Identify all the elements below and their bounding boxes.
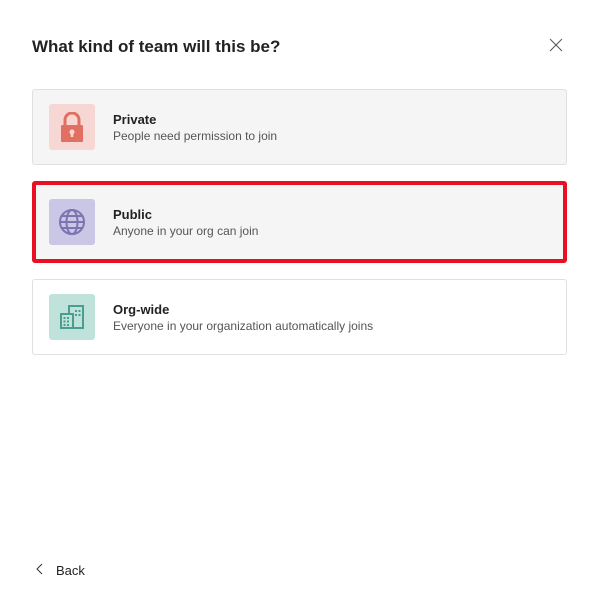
option-private[interactable]: Private People need permission to join xyxy=(32,89,567,165)
globe-icon xyxy=(49,199,95,245)
building-icon xyxy=(49,294,95,340)
option-orgwide-title: Org-wide xyxy=(113,302,373,317)
option-private-desc: People need permission to join xyxy=(113,129,277,143)
option-public-desc: Anyone in your org can join xyxy=(113,224,258,238)
option-orgwide[interactable]: Org-wide Everyone in your organization a… xyxy=(32,279,567,355)
option-public-title: Public xyxy=(113,207,258,222)
chevron-left-icon xyxy=(36,563,44,578)
back-button[interactable]: Back xyxy=(36,563,85,578)
dialog-header: What kind of team will this be? xyxy=(0,0,599,59)
option-public-text: Public Anyone in your org can join xyxy=(113,207,258,238)
back-label: Back xyxy=(56,563,85,578)
option-orgwide-desc: Everyone in your organization automatica… xyxy=(113,319,373,333)
option-public[interactable]: Public Anyone in your org can join xyxy=(32,181,567,263)
dialog-title: What kind of team will this be? xyxy=(32,37,280,57)
team-type-options: Private People need permission to join P… xyxy=(0,59,599,355)
lock-icon xyxy=(49,104,95,150)
option-orgwide-text: Org-wide Everyone in your organization a… xyxy=(113,302,373,333)
option-private-title: Private xyxy=(113,112,277,127)
close-button[interactable] xyxy=(545,34,567,59)
dialog-footer: Back xyxy=(36,563,85,578)
option-private-text: Private People need permission to join xyxy=(113,112,277,143)
close-icon xyxy=(549,40,563,55)
